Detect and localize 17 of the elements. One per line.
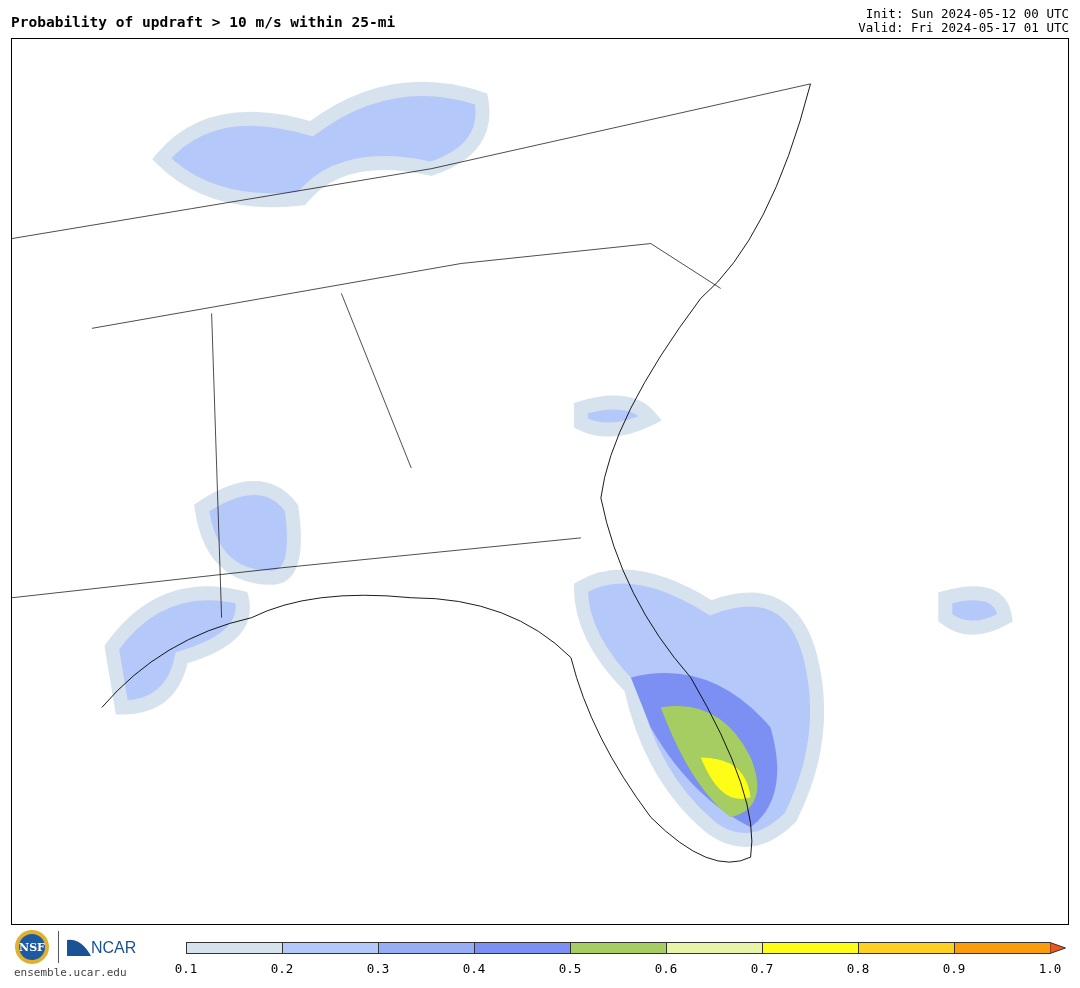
colorbar-tick-label: 0.7 — [750, 960, 774, 978]
ncar-logo-icon — [67, 938, 91, 956]
colorbar-tick-label: 1.0 — [1038, 960, 1062, 978]
colorbar-tick-label: 0.2 — [270, 960, 294, 978]
colorbar-tick-label: 0.5 — [558, 960, 582, 978]
colorbar-tick-label: 0.8 — [846, 960, 870, 978]
valid-time: Valid: Fri 2024-05-17 01 UTC — [858, 21, 1069, 35]
chart-title: Probability of updraft > 10 m/s within 25-mi — [11, 13, 396, 32]
ncar-logo-text: NCAR — [91, 940, 137, 956]
colorbar-tick-label: 0.1 — [174, 960, 198, 978]
colorbar-tick-label: 0.9 — [942, 960, 966, 978]
colorbar-tick-label: 0.4 — [462, 960, 486, 978]
nsf-logo: NSF — [14, 929, 50, 965]
init-time: Init: Sun 2024-05-12 00 UTC — [864, 7, 1069, 21]
colorbar-tick-label: 0.6 — [654, 960, 678, 978]
website-link[interactable]: ensemble.ucar.edu — [14, 965, 154, 982]
colorbar-tick-label: 0.3 — [366, 960, 390, 978]
